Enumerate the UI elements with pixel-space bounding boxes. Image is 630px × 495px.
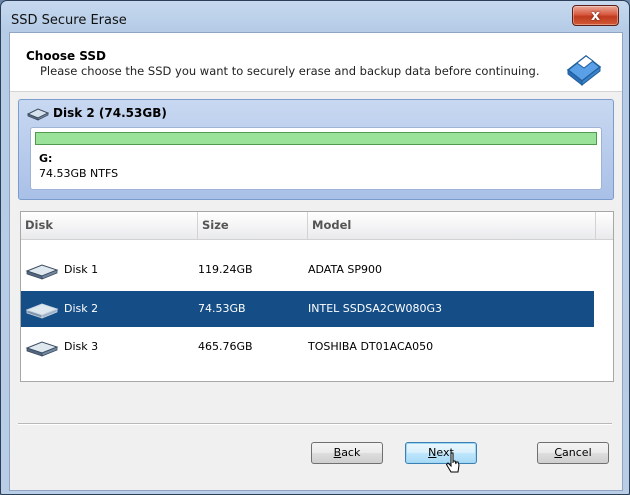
disk-drive-icon xyxy=(25,303,59,319)
dialog-body: Choose SSD Please choose the SSD you wan… xyxy=(9,32,623,491)
column-header-filler xyxy=(596,212,613,239)
window-title: SSD Secure Erase xyxy=(11,13,127,28)
row-disk-name: Disk 3 xyxy=(64,340,99,353)
table-row[interactable]: Disk 1 119.24GB ADATA SP900 xyxy=(21,252,594,288)
row-disk-model: TOSHIBA DT01ACA050 xyxy=(308,340,434,353)
table-row-selected[interactable]: Disk 2 74.53GB INTEL SSDSA2CW080G3 xyxy=(21,291,594,327)
partition-usage-bar xyxy=(35,132,597,145)
column-header-size[interactable]: Size xyxy=(198,212,308,239)
cancel-button[interactable]: Cancel xyxy=(537,442,609,464)
cancel-accel-key: C xyxy=(554,446,563,459)
next-button[interactable]: Next xyxy=(405,442,477,464)
row-disk-size: 119.24GB xyxy=(198,263,253,276)
back-label: ack xyxy=(341,446,361,459)
row-disk-model: INTEL SSDSA2CW080G3 xyxy=(308,302,442,315)
disk-table[interactable]: Disk Size Model Disk 1 119.24GB ADATA SP… xyxy=(20,211,614,382)
row-disk-size: 74.53GB xyxy=(198,302,246,315)
wizard-header: Choose SSD Please choose the SSD you wan… xyxy=(10,33,622,92)
partition-info: 74.53GB NTFS xyxy=(39,167,119,180)
cancel-label: ancel xyxy=(562,446,592,459)
close-icon: x xyxy=(590,7,601,24)
partition-letter: G: xyxy=(39,152,53,165)
row-disk-name: Disk 2 xyxy=(64,302,99,315)
selected-disk-title: Disk 2 (74.53GB) xyxy=(53,106,167,120)
table-row[interactable]: Disk 3 465.76GB TOSHIBA DT01ACA050 xyxy=(21,329,594,365)
eraser-icon xyxy=(566,55,602,86)
disk-drive-icon xyxy=(25,341,59,357)
column-header-model[interactable]: Model xyxy=(308,212,596,239)
title-bar[interactable]: SSD Secure Erase x xyxy=(1,1,629,33)
disk-drive-icon xyxy=(25,264,59,280)
page-description: Please choose the SSD you want to secure… xyxy=(40,64,540,78)
footer-divider xyxy=(18,423,612,425)
page-title: Choose SSD xyxy=(26,49,107,63)
app-window: SSD Secure Erase x Choose SSD Please cho… xyxy=(0,0,630,495)
row-disk-name: Disk 1 xyxy=(64,263,99,276)
disk-drive-icon xyxy=(27,108,49,121)
close-button[interactable]: x xyxy=(572,5,619,26)
mouse-pointer-icon xyxy=(446,452,460,473)
row-disk-size: 465.76GB xyxy=(198,340,253,353)
row-disk-model: ADATA SP900 xyxy=(308,263,382,276)
table-header: Disk Size Model xyxy=(21,212,613,240)
column-header-disk[interactable]: Disk xyxy=(21,212,198,239)
selected-disk-panel: Disk 2 (74.53GB) G: 74.53GB NTFS xyxy=(18,99,614,200)
partition-box: G: 74.53GB NTFS xyxy=(30,127,602,190)
back-button[interactable]: Back xyxy=(311,442,383,464)
